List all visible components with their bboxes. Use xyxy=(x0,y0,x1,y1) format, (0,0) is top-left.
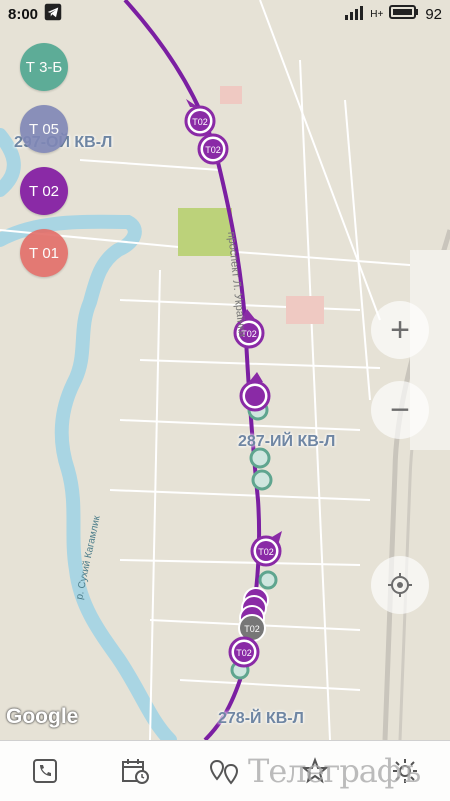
route-button-label: Т 02 xyxy=(28,182,59,200)
bottom-nav xyxy=(0,740,450,801)
crosshair-icon xyxy=(388,573,412,597)
battery-icon xyxy=(389,4,419,24)
status-bar: 8:00 H+ 92 xyxy=(0,0,450,28)
nav-settings-button[interactable] xyxy=(375,746,435,796)
map[interactable]: Т02 Т02 Т02 Т02 Т02 Т02 проспект Л. Укра… xyxy=(0,0,450,740)
vehicle-marker-label: Т02 xyxy=(258,547,274,557)
route-button-t3b[interactable]: Т 3-Б xyxy=(20,43,68,91)
map-pins-icon xyxy=(209,759,239,785)
minus-icon: − xyxy=(390,390,410,429)
google-logo: Google xyxy=(6,705,79,728)
vehicle-marker-label: Т02 xyxy=(244,624,260,634)
nav-stops-button[interactable] xyxy=(195,746,255,796)
district-label-mid: 287-ИЙ КВ-Л xyxy=(238,433,336,450)
signal-icon xyxy=(344,4,364,24)
battery-percent: 92 xyxy=(425,5,442,23)
nav-favorites-button[interactable] xyxy=(285,746,345,796)
zoom-out-button[interactable]: − xyxy=(371,381,429,439)
route-button-t01[interactable]: Т 01 xyxy=(20,229,68,277)
nav-phone-button[interactable] xyxy=(15,746,75,796)
vehicle-marker[interactable]: Т02 xyxy=(228,636,260,668)
vehicle-marker-label: Т02 xyxy=(205,145,221,155)
route-button-label: Т 01 xyxy=(28,244,59,262)
nav-schedule-button[interactable] xyxy=(105,746,165,796)
calendar-clock-icon xyxy=(122,759,149,784)
route-button-label: Т 3-Б xyxy=(25,58,63,76)
park xyxy=(178,208,232,256)
vehicle-marker[interactable]: Т02 xyxy=(197,133,229,165)
route-button-t02[interactable]: Т 02 xyxy=(20,167,68,215)
zoom-in-button[interactable]: + xyxy=(371,301,429,359)
building-block xyxy=(286,296,324,324)
phone-icon xyxy=(33,759,57,783)
status-time: 8:00 xyxy=(8,5,39,23)
route-button-label: Т 05 xyxy=(28,120,59,138)
vehicle-marker-label: Т02 xyxy=(192,117,208,127)
status-left: 8:00 xyxy=(8,3,62,25)
route-button-t05[interactable]: Т 05 xyxy=(20,105,68,153)
building-block-small xyxy=(220,86,242,104)
status-right: H+ 92 xyxy=(344,4,442,24)
gear-icon xyxy=(393,759,417,783)
plus-icon: + xyxy=(390,310,410,349)
telegram-icon xyxy=(44,3,62,25)
star-icon xyxy=(301,757,329,784)
locate-button[interactable] xyxy=(371,556,429,614)
vehicle-marker-label: Т02 xyxy=(236,648,252,658)
map-background xyxy=(0,0,450,740)
district-label-bottom: 278-Й КВ-Л xyxy=(218,710,304,727)
network-type: H+ xyxy=(370,8,384,20)
